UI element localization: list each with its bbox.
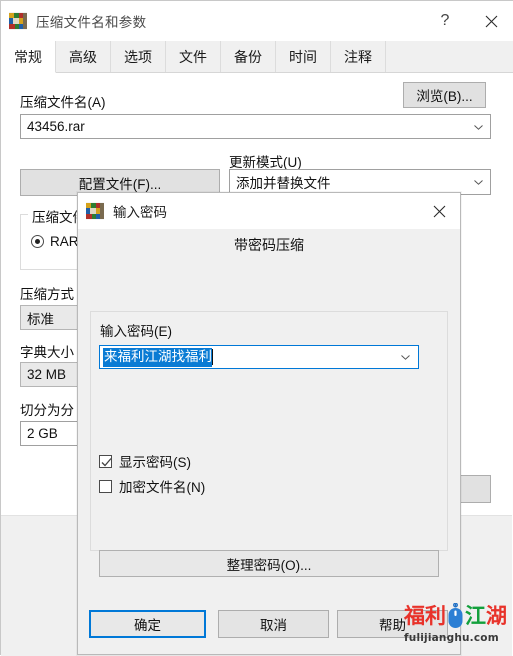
update-mode-value: 添加并替换文件 [236, 176, 331, 191]
ok-button[interactable]: 确定 [89, 610, 206, 638]
format-rar-radio[interactable]: RAR [31, 234, 79, 249]
show-password-label: 显示密码(S) [119, 455, 191, 470]
split-volumes-label: 切分为分 [20, 403, 74, 418]
cancel-button-label: 取消 [260, 618, 287, 633]
chevron-down-icon [474, 124, 483, 130]
password-input[interactable]: 来福利江湖找福利 [99, 345, 419, 369]
organize-passwords-button[interactable]: 整理密码(O)... [99, 550, 439, 577]
archive-name-value: 43456.rar [27, 119, 85, 134]
radio-icon [31, 235, 44, 248]
tab-label: 备份 [234, 48, 262, 65]
cancel-button[interactable]: 取消 [218, 610, 329, 638]
tab-filler [386, 41, 513, 72]
close-icon [485, 15, 497, 27]
tab-files[interactable]: 文件 [166, 41, 221, 72]
password-value: 来福利江湖找福利 [103, 347, 212, 367]
help-button[interactable]: ? [422, 1, 468, 41]
close-window-button[interactable] [468, 1, 513, 41]
encrypt-filenames-checkbox[interactable]: 加密文件名(N) [99, 476, 205, 496]
page-title: 压缩文件名和参数 [36, 15, 147, 30]
show-password-checkbox[interactable]: 显示密码(S) [99, 451, 191, 471]
modal-help-button[interactable]: 帮助 [337, 610, 448, 638]
modal-heading: 带密码压缩 [234, 237, 304, 253]
modal-title: 输入密码 [113, 205, 167, 220]
chevron-down-icon[interactable] [401, 355, 410, 360]
enter-password-dialog: 输入密码 带密码压缩 输入密码(E) 来福利江湖找福利 显示密码(S) 加密文件… [77, 192, 461, 655]
modal-close-button[interactable] [418, 193, 460, 229]
tab-options[interactable]: 选项 [111, 41, 166, 72]
tab-label: 选项 [124, 48, 152, 65]
dictionary-size-label: 字典大小 [20, 345, 74, 360]
split-volumes-value: 2 GB [27, 426, 58, 441]
update-mode-label: 更新模式(U) [229, 155, 302, 170]
modal-titlebar: 输入密码 [78, 193, 460, 229]
archive-name-combo[interactable]: 43456.rar [20, 114, 491, 139]
winrar-books-icon [9, 12, 27, 30]
text-caret [212, 349, 213, 365]
ok-button-label: 确定 [134, 618, 161, 633]
compression-method-value: 标准 [27, 311, 54, 327]
browse-button[interactable]: 浏览(B)... [403, 82, 486, 108]
tab-general[interactable]: 常规 [1, 41, 56, 73]
tab-label: 常规 [14, 48, 42, 65]
tab-label: 高级 [69, 48, 97, 65]
tab-backup[interactable]: 备份 [221, 41, 276, 72]
tab-label: 文件 [179, 48, 207, 65]
modal-help-button-label: 帮助 [379, 618, 406, 633]
chevron-down-icon [474, 180, 483, 185]
dictionary-size-value: 32 MB [27, 367, 67, 382]
profiles-button-label: 配置文件(F)... [78, 176, 162, 192]
checkbox-icon [99, 454, 112, 468]
format-rar-label: RAR [50, 234, 79, 249]
tab-bar[interactable]: 常规 高级 选项 文件 备份 时间 注释 [1, 41, 513, 73]
organize-passwords-label: 整理密码(O)... [226, 557, 312, 573]
tab-advanced[interactable]: 高级 [56, 41, 111, 72]
encrypt-filenames-label: 加密文件名(N) [119, 480, 206, 495]
compression-method-label: 压缩方式 [20, 287, 74, 302]
close-icon [433, 205, 445, 217]
tab-comment[interactable]: 注释 [331, 41, 386, 72]
tab-time[interactable]: 时间 [276, 41, 331, 72]
checkmark-icon [101, 457, 112, 466]
help-question-icon: ? [440, 12, 450, 29]
checkbox-icon [99, 479, 112, 493]
password-label: 输入密码(E) [100, 324, 172, 339]
browse-button-label: 浏览(B)... [416, 89, 473, 104]
tab-label: 注释 [344, 48, 372, 65]
main-titlebar: 压缩文件名和参数 ? [1, 1, 513, 41]
archive-name-label: 压缩文件名(A) [20, 95, 106, 110]
winrar-books-icon [86, 202, 104, 220]
tab-label: 时间 [289, 48, 317, 65]
